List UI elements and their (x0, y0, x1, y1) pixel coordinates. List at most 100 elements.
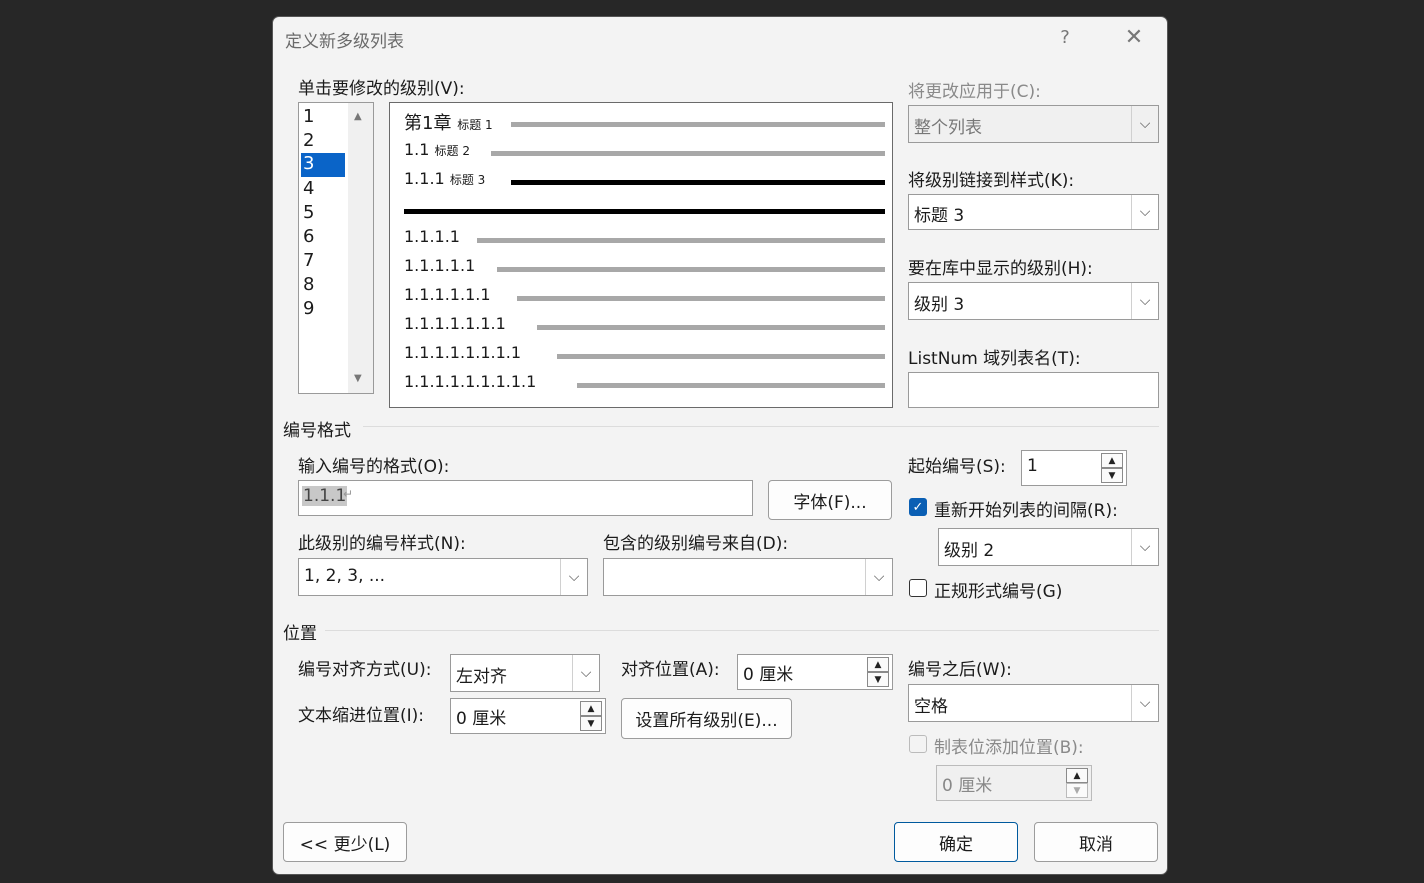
follow-number-dropdown[interactable]: 空格 ⌵ (908, 684, 1159, 722)
level-listbox[interactable]: 1 2 3 4 5 6 7 8 9 ▲ ▼ (298, 102, 374, 394)
preview-row-9: 1.1.1.1.1.1.1.1.1 (404, 372, 537, 391)
restart-checkbox[interactable]: ✓ (909, 498, 927, 516)
level-item[interactable]: 1 (303, 106, 314, 127)
align-dropdown[interactable]: 左对齐 ⌵ (450, 654, 600, 692)
listnum-input[interactable] (908, 372, 1159, 408)
apply-to-label: 将更改应用于(C): (908, 82, 1041, 102)
section-divider (325, 630, 1159, 631)
legal-numbering-checkbox[interactable] (909, 579, 927, 597)
align-value: 左对齐 (456, 667, 507, 687)
align-at-value: 0 厘米 (743, 665, 794, 685)
number-format-input[interactable]: 1.1.1 ↵ (298, 480, 753, 516)
follow-number-label: 编号之后(W): (908, 660, 1012, 680)
align-label: 编号对齐方式(U): (298, 660, 432, 680)
start-at-spinner[interactable]: 1 ▲ ▼ (1021, 450, 1127, 486)
level-item[interactable]: 2 (303, 130, 314, 151)
text-indent-value: 0 厘米 (456, 709, 507, 729)
spin-down-icon[interactable]: ▼ (1101, 468, 1123, 483)
preview-row-6: 1.1.1.1.1.1 (404, 285, 491, 304)
close-button[interactable]: ✕ (1121, 25, 1147, 50)
chevron-down-icon: ⌵ (572, 655, 599, 691)
preview-line-selected (511, 180, 885, 185)
text-indent-spinner[interactable]: 0 厘米 ▲ ▼ (450, 698, 606, 734)
spin-up-icon[interactable]: ▲ (1066, 768, 1088, 783)
chevron-down-icon: ⌵ (1131, 529, 1158, 565)
define-multilevel-list-dialog: 定义新多级列表 ? ✕ 单击要修改的级别(V): 1 2 3 4 5 6 7 8… (272, 16, 1168, 875)
level-item[interactable]: 9 (303, 298, 314, 319)
set-all-levels-button[interactable]: 设置所有级别(E)... (621, 698, 792, 739)
tab-stop-spinner[interactable]: 0 厘米 ▲ ▼ (936, 765, 1092, 801)
legal-numbering-label: 正规形式编号(G) (934, 582, 1063, 602)
chevron-down-icon: ⌵ (865, 559, 892, 595)
level-item-selected[interactable]: 3 (301, 153, 345, 177)
restart-level-dropdown[interactable]: 级别 2 ⌵ (938, 528, 1159, 566)
level-select-label: 单击要修改的级别(V): (298, 79, 465, 99)
preview-line (577, 383, 885, 388)
link-style-dropdown[interactable]: 标题 3 ⌵ (908, 194, 1159, 230)
scroll-down-icon[interactable]: ▼ (354, 373, 362, 384)
level-item[interactable]: 7 (303, 250, 314, 271)
level-item[interactable]: 5 (303, 202, 314, 223)
apply-to-value: 整个列表 (914, 118, 982, 138)
format-field-value: 1.1.1 (302, 486, 348, 506)
ok-button[interactable]: 确定 (894, 822, 1018, 862)
tab-stop-label: 制表位添加位置(B): (934, 738, 1084, 758)
spin-down-icon[interactable]: ▼ (580, 716, 602, 731)
preview-row-4: 1.1.1.1 (404, 227, 460, 246)
preview-line-selected (404, 209, 885, 214)
chevron-down-icon: ⌵ (1131, 195, 1158, 229)
preview-line (537, 325, 885, 330)
include-level-dropdown[interactable]: ⌵ (603, 558, 893, 596)
gallery-level-dropdown[interactable]: 级别 3 ⌵ (908, 282, 1159, 320)
chevron-down-icon: ⌵ (560, 559, 587, 595)
spin-down-icon[interactable]: ▼ (1066, 783, 1088, 798)
spin-up-icon[interactable]: ▲ (580, 701, 602, 716)
link-style-value: 标题 3 (914, 206, 965, 226)
chevron-down-icon: ⌵ (1131, 283, 1158, 319)
font-button[interactable]: 字体(F)... (768, 480, 892, 520)
preview-row-1: 第1章 标题 1 (404, 113, 493, 134)
spin-up-icon[interactable]: ▲ (867, 657, 889, 672)
start-at-label: 起始编号(S): (908, 457, 1006, 477)
chevron-down-icon: ⌵ (1131, 106, 1158, 142)
align-at-label: 对齐位置(A): (621, 660, 720, 680)
gallery-level-label: 要在库中显示的级别(H): (908, 259, 1093, 279)
paragraph-mark-icon: ↵ (343, 487, 354, 501)
level-item[interactable]: 6 (303, 226, 314, 247)
position-section-title: 位置 (283, 624, 317, 644)
tab-stop-checkbox[interactable] (909, 735, 927, 753)
number-style-value: 1, 2, 3, ... (304, 566, 386, 586)
restart-level-value: 级别 2 (944, 541, 995, 561)
cancel-button[interactable]: 取消 (1034, 822, 1158, 862)
restart-label: 重新开始列表的间隔(R): (934, 501, 1118, 521)
listnum-label: ListNum 域列表名(T): (908, 349, 1081, 369)
spin-up-icon[interactable]: ▲ (1101, 453, 1123, 468)
level-item[interactable]: 4 (303, 178, 314, 199)
chevron-down-icon: ⌵ (1131, 685, 1158, 721)
less-button[interactable]: << 更少(L) (283, 822, 407, 862)
number-style-label: 此级别的编号样式(N): (298, 534, 466, 554)
help-button[interactable]: ? (1055, 27, 1075, 48)
preview-line (497, 267, 885, 272)
level-scrollbar[interactable]: ▲ ▼ (348, 103, 373, 393)
section-divider (363, 426, 1159, 427)
list-preview: 第1章 标题 1 1.1 标题 2 1.1.1 标题 3 1.1.1.1 1.1… (389, 102, 893, 408)
preview-line (491, 151, 885, 156)
level-item[interactable]: 8 (303, 274, 314, 295)
preview-row-3: 1.1.1 标题 3 (404, 169, 486, 188)
scroll-up-icon[interactable]: ▲ (354, 111, 362, 122)
spin-down-icon[interactable]: ▼ (867, 672, 889, 687)
include-level-label: 包含的级别编号来自(D): (603, 534, 789, 554)
link-style-label: 将级别链接到样式(K): (908, 171, 1075, 191)
preview-row-7: 1.1.1.1.1.1.1 (404, 314, 506, 333)
tab-stop-value: 0 厘米 (942, 776, 993, 796)
preview-line (477, 238, 885, 243)
dialog-title: 定义新多级列表 (285, 32, 404, 52)
align-at-spinner[interactable]: 0 厘米 ▲ ▼ (737, 654, 893, 690)
gallery-level-value: 级别 3 (914, 295, 965, 315)
start-at-value: 1 (1027, 456, 1038, 476)
preview-line (517, 296, 885, 301)
enter-format-label: 输入编号的格式(O): (298, 457, 450, 477)
apply-to-dropdown[interactable]: 整个列表 ⌵ (908, 105, 1159, 143)
number-style-dropdown[interactable]: 1, 2, 3, ... ⌵ (298, 558, 588, 596)
